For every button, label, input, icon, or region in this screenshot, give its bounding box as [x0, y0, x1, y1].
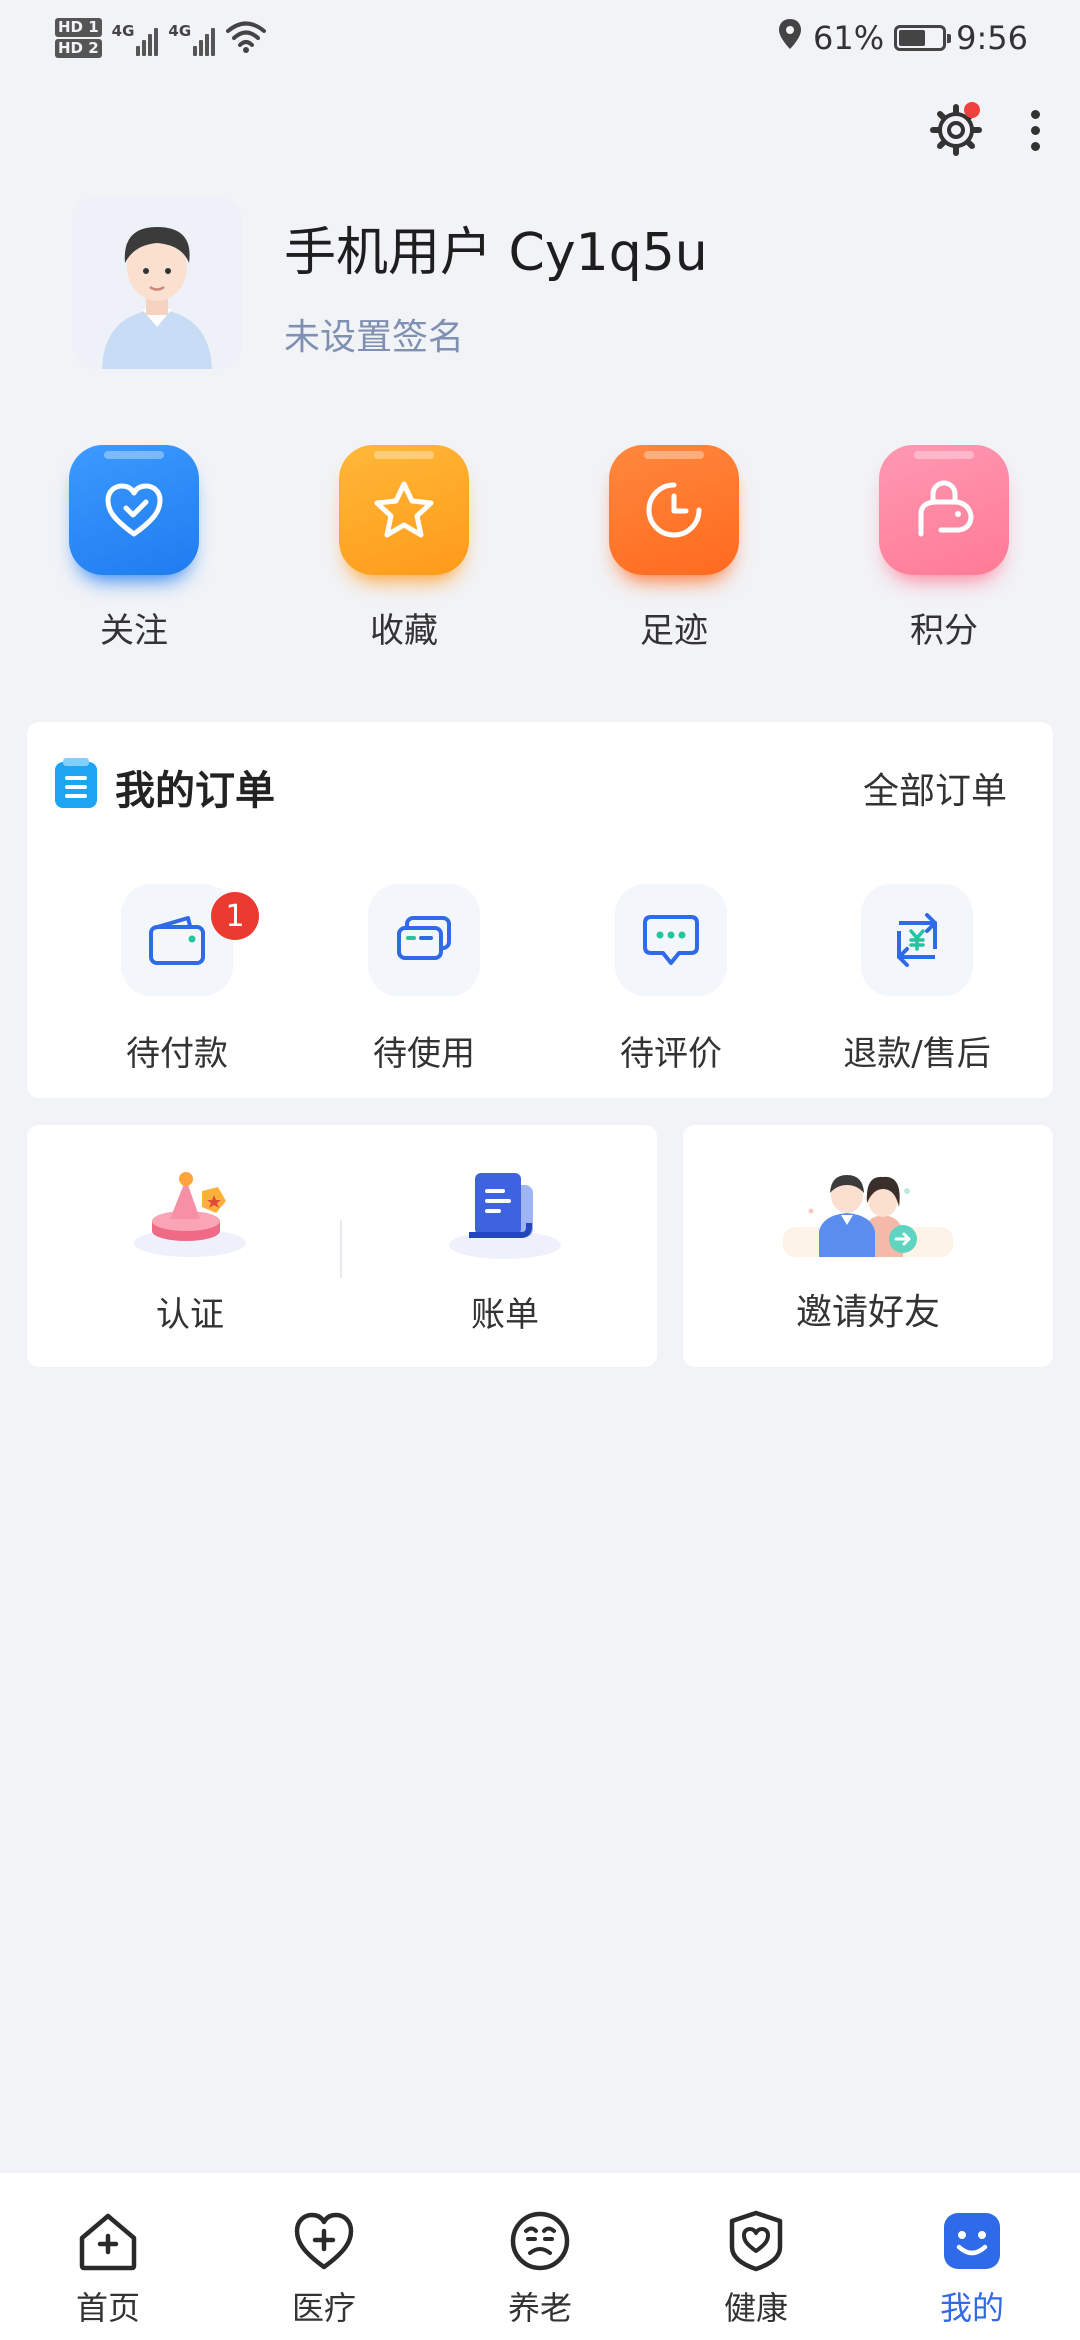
nav-item-medical[interactable]: 医疗 [249, 2207, 399, 2329]
nav-label: 我的 [939, 2289, 1004, 2327]
pending-payment-badge: 1 [211, 892, 259, 940]
tool-bill[interactable]: 账单 [395, 1165, 615, 1336]
nav-item-elderly-care[interactable]: 养老 [465, 2207, 615, 2329]
invite-friends-card[interactable]: 邀请好友 [683, 1125, 1053, 1367]
shortcut-label: 积分 [910, 611, 978, 651]
order-label: 待付款 [126, 1034, 228, 1074]
nav-label: 医疗 [291, 2289, 356, 2327]
bottom-nav: 首页 医疗 养老 健康 我的 [0, 2173, 1080, 2340]
shortcut-row: 关注 收藏 足迹 积分 [0, 445, 1080, 665]
clock-time: 9:56 [956, 19, 1028, 57]
bill-icon [449, 1173, 561, 1259]
shortcut-points[interactable]: 积分 [844, 445, 1044, 652]
order-label: 待使用 [373, 1034, 475, 1074]
network-type-2: 4G [168, 22, 192, 40]
shortcut-label: 足迹 [640, 611, 708, 651]
signal-icon-sim2: 4G [168, 20, 216, 56]
hd-indicators: HD 1 HD 2 [55, 18, 102, 58]
signal-icon-sim1: 4G [112, 20, 159, 56]
shortcut-history[interactable]: 足迹 [574, 445, 774, 652]
nav-item-mine[interactable]: 我的 [897, 2207, 1047, 2329]
nav-item-home[interactable]: 首页 [33, 2207, 183, 2329]
home-icon [74, 2207, 142, 2275]
more-options-button[interactable] [1020, 100, 1050, 160]
tools-card: 认证 账单 [27, 1125, 657, 1367]
more-dot-icon [1030, 109, 1040, 119]
my-orders-card: 我的订单 全部订单 1 待付款 待使用 待评价 退款/售后 [27, 722, 1053, 1098]
profile-screen: HD 1 HD 2 4G 4G 61% 9:56 手机用户 Cy1q5u 未设置… [0, 0, 1080, 2340]
wallet-icon: 1 [121, 884, 259, 996]
nav-label: 养老 [507, 2289, 572, 2327]
battery-percent: 61% [813, 19, 885, 57]
health-shield-icon [722, 2207, 790, 2275]
tools-divider [340, 1220, 342, 1278]
shortcut-label: 收藏 [370, 611, 438, 651]
order-list-icon [55, 758, 97, 808]
heart-check-icon [69, 445, 199, 575]
order-to-review[interactable]: 待评价 [561, 884, 781, 1075]
clock-icon [609, 445, 739, 575]
nav-item-health[interactable]: 健康 [681, 2207, 831, 2329]
status-left: HD 1 HD 2 4G 4G [55, 14, 267, 62]
notification-dot [964, 102, 980, 118]
top-actions [926, 100, 1050, 160]
order-refund[interactable]: 退款/售后 [807, 884, 1027, 1075]
tool-label: 账单 [471, 1295, 539, 1335]
avatar-illustration [72, 197, 242, 369]
invite-friends-icon [783, 1175, 953, 1257]
refund-icon [861, 884, 973, 996]
star-icon [339, 445, 469, 575]
hd2-indicator: HD 2 [55, 39, 102, 58]
avatar[interactable] [72, 197, 242, 369]
network-type-1: 4G [111, 22, 135, 40]
certification-icon [134, 1172, 246, 1257]
order-label: 待评价 [620, 1034, 722, 1074]
user-name[interactable]: 手机用户 Cy1q5u [284, 210, 708, 285]
more-dot-icon [1030, 141, 1040, 151]
order-label: 退款/售后 [843, 1034, 991, 1074]
order-pending-payment[interactable]: 1 待付款 [67, 884, 287, 1075]
all-orders-link[interactable]: 全部订单 [863, 762, 1007, 814]
chat-bubble-icon [615, 884, 727, 996]
piggy-bank-icon [879, 445, 1009, 575]
status-bar: HD 1 HD 2 4G 4G 61% 9:56 [0, 0, 1080, 80]
nav-label: 首页 [75, 2289, 140, 2327]
cards-icon [368, 884, 480, 996]
status-right: 61% 9:56 [777, 14, 1028, 62]
more-dot-icon [1030, 125, 1040, 135]
nav-label: 健康 [723, 2289, 788, 2327]
shortcut-follow[interactable]: 关注 [34, 445, 234, 652]
shortcut-label: 关注 [100, 611, 168, 651]
order-to-use[interactable]: 待使用 [314, 884, 534, 1075]
battery-icon [894, 25, 952, 51]
settings-button[interactable] [926, 100, 986, 160]
elderly-face-icon [506, 2207, 574, 2275]
medical-heart-icon [290, 2207, 358, 2275]
orders-title: 我的订单 [115, 768, 275, 814]
invite-label: 邀请好友 [795, 1292, 940, 1333]
user-signature[interactable]: 未设置签名 [284, 308, 464, 360]
location-icon [777, 17, 803, 59]
tool-label: 认证 [156, 1295, 224, 1335]
hd1-indicator: HD 1 [55, 18, 102, 37]
shortcut-favorites[interactable]: 收藏 [304, 445, 504, 652]
smile-icon [938, 2207, 1006, 2275]
tool-certification[interactable]: 认证 [80, 1165, 300, 1336]
wifi-icon [225, 19, 267, 57]
